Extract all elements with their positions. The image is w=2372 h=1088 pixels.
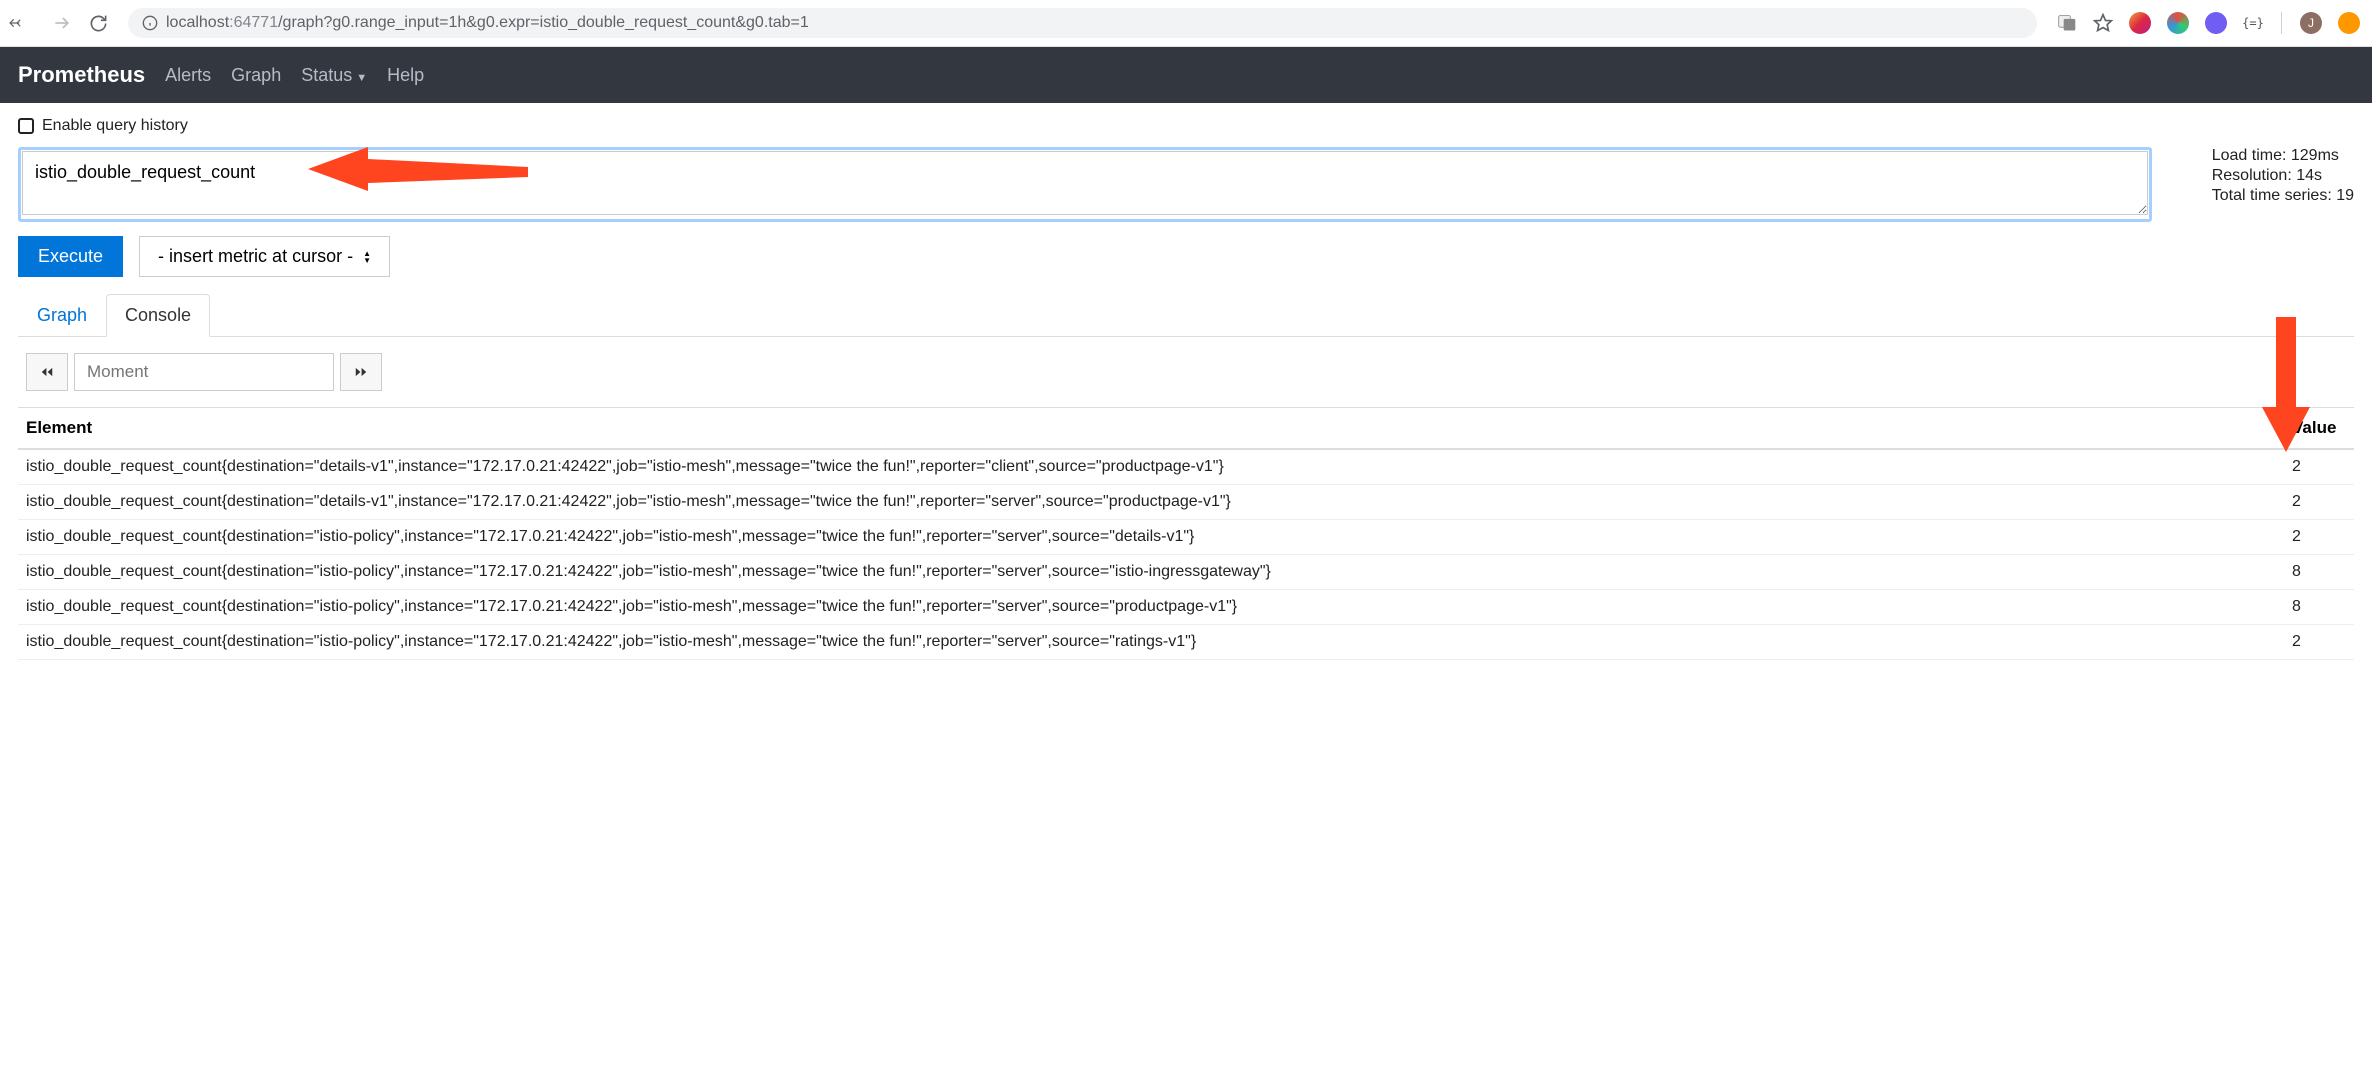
nav-status[interactable]: Status▼ xyxy=(301,65,367,86)
cell-element: istio_double_request_count{destination="… xyxy=(18,520,2284,555)
address-bar[interactable]: localhost:64771/graph?g0.range_input=1h&… xyxy=(128,8,2037,38)
cell-element: istio_double_request_count{destination="… xyxy=(18,590,2284,625)
stat-series: Total time series: 19 xyxy=(2212,187,2354,205)
table-row: istio_double_request_count{destination="… xyxy=(18,555,2354,590)
moment-next-button[interactable] xyxy=(340,353,382,391)
rewind-icon xyxy=(40,365,54,379)
nav-graph[interactable]: Graph xyxy=(231,65,281,86)
metric-select[interactable]: - insert metric at cursor - ▲▼ xyxy=(139,236,390,277)
col-element: Element xyxy=(18,408,2284,450)
moment-input[interactable] xyxy=(74,353,334,391)
fast-forward-icon xyxy=(354,365,368,379)
cell-value: 2 xyxy=(2284,449,2354,485)
result-tabs: Graph Console xyxy=(18,293,2354,337)
expression-input[interactable] xyxy=(22,151,2148,215)
tab-graph[interactable]: Graph xyxy=(18,294,106,337)
cell-value: 2 xyxy=(2284,625,2354,660)
extension-icon-4[interactable]: {=} xyxy=(2243,13,2263,33)
checkbox-icon xyxy=(18,118,34,134)
cell-element: istio_double_request_count{destination="… xyxy=(18,485,2284,520)
select-caret-icon: ▲▼ xyxy=(363,250,371,264)
moment-prev-button[interactable] xyxy=(26,353,68,391)
extension-icon-3[interactable] xyxy=(2205,12,2227,34)
translate-icon[interactable] xyxy=(2057,13,2077,33)
query-history-toggle[interactable]: Enable query history xyxy=(18,117,2354,135)
table-row: istio_double_request_count{destination="… xyxy=(18,590,2354,625)
nav-help[interactable]: Help xyxy=(387,65,424,86)
col-value: Value xyxy=(2284,408,2354,450)
info-icon xyxy=(142,15,158,31)
prometheus-navbar: Prometheus Alerts Graph Status▼ Help xyxy=(0,47,2372,103)
execute-button[interactable]: Execute xyxy=(18,236,123,277)
divider xyxy=(2281,12,2282,34)
extension-icon-5[interactable] xyxy=(2338,12,2360,34)
table-row: istio_double_request_count{destination="… xyxy=(18,485,2354,520)
cell-element: istio_double_request_count{destination="… xyxy=(18,555,2284,590)
stat-resolution: Resolution: 14s xyxy=(2212,167,2354,185)
brand[interactable]: Prometheus xyxy=(18,62,145,88)
cell-value: 2 xyxy=(2284,485,2354,520)
browser-toolbar: localhost:64771/graph?g0.range_input=1h&… xyxy=(0,0,2372,47)
reload-button[interactable] xyxy=(84,9,112,37)
stat-loadtime: Load time: 129ms xyxy=(2212,147,2354,165)
extension-icon-1[interactable] xyxy=(2129,12,2151,34)
cell-element: istio_double_request_count{destination="… xyxy=(18,449,2284,485)
results-table: Element Value istio_double_request_count… xyxy=(18,407,2354,660)
cell-value: 2 xyxy=(2284,520,2354,555)
back-button[interactable] xyxy=(12,9,40,37)
table-row: istio_double_request_count{destination="… xyxy=(18,449,2354,485)
chevron-down-icon: ▼ xyxy=(356,72,367,84)
extension-icon-2[interactable] xyxy=(2167,12,2189,34)
query-history-label: Enable query history xyxy=(42,117,188,135)
tab-console[interactable]: Console xyxy=(106,294,210,337)
nav-alerts[interactable]: Alerts xyxy=(165,65,211,86)
table-row: istio_double_request_count{destination="… xyxy=(18,625,2354,660)
query-stats: Load time: 129ms Resolution: 14s Total t… xyxy=(2212,147,2354,207)
table-row: istio_double_request_count{destination="… xyxy=(18,520,2354,555)
metric-select-label: - insert metric at cursor - xyxy=(158,246,353,267)
url-text: localhost:64771/graph?g0.range_input=1h&… xyxy=(166,14,809,32)
profile-avatar[interactable]: J xyxy=(2300,12,2322,34)
cell-element: istio_double_request_count{destination="… xyxy=(18,625,2284,660)
cell-value: 8 xyxy=(2284,590,2354,625)
forward-button[interactable] xyxy=(48,9,76,37)
cell-value: 8 xyxy=(2284,555,2354,590)
star-icon[interactable] xyxy=(2093,13,2113,33)
